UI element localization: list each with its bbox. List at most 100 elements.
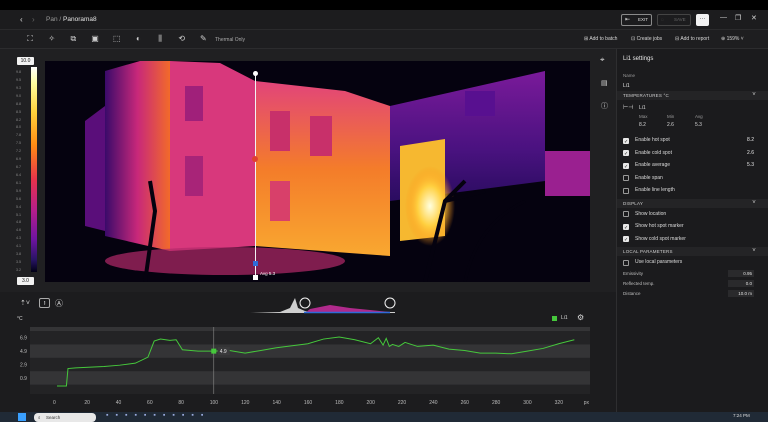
option-row[interactable]: Show cold spot marker	[617, 233, 768, 247]
back-icon[interactable]: ‹	[20, 15, 23, 24]
option-value: 8.2	[747, 137, 754, 143]
display-section-header[interactable]: DISPLAY ˅	[617, 198, 768, 208]
panel-title: Li1 settings	[623, 56, 654, 62]
option-value: 2.6	[747, 149, 754, 156]
zoom-control[interactable]: ⊕ 159% ˅	[721, 36, 744, 42]
local-parameters: Emissivity 0.95 Reflected temp. 0.0 Distance…	[617, 269, 768, 299]
close-icon[interactable]: ✕	[751, 14, 757, 22]
add-to-report-button[interactable]: ⊟ Add to report	[675, 36, 709, 42]
add-to-batch-button[interactable]: ⊞ Add to batch	[584, 36, 617, 42]
option-label: Show location	[635, 210, 667, 217]
chart-settings-icon[interactable]: ⚙	[577, 313, 584, 322]
option-row[interactable]: Show hot spot marker	[617, 220, 768, 234]
windows-start-icon[interactable]	[18, 413, 26, 421]
parameter-input[interactable]: 0.0	[728, 280, 754, 287]
chevron-down-icon: ˅	[739, 36, 744, 42]
view-mode-label[interactable]: Thermal Only	[215, 37, 245, 43]
series-point	[511, 354, 512, 355]
thermal-image[interactable]: Avg 5.3	[45, 61, 590, 282]
palette-icon[interactable]: ◐	[128, 33, 148, 45]
scale-min-value[interactable]: 3.0	[17, 277, 34, 285]
scale-tick-label: 4.1	[16, 244, 21, 249]
series-point	[88, 367, 89, 368]
checkbox[interactable]	[623, 187, 629, 194]
histogram[interactable]	[250, 292, 400, 314]
info-icon[interactable]: ⓘ	[601, 101, 608, 111]
option-row[interactable]: Show location	[617, 208, 768, 221]
crop-tool-icon[interactable]: ⬚	[107, 33, 127, 45]
image-info-icon[interactable]: ▤	[601, 79, 608, 87]
legend-swatch	[552, 316, 557, 321]
parameter-input[interactable]: 0.95	[728, 270, 754, 277]
annotation-icon[interactable]: ✎	[193, 33, 213, 45]
checkbox[interactable]	[623, 234, 629, 247]
line-end-handle[interactable]	[253, 275, 258, 280]
series-point	[119, 365, 120, 366]
series-point	[160, 339, 161, 340]
line-start-handle[interactable]	[253, 71, 258, 76]
minimize-icon[interactable]: —	[720, 14, 727, 21]
cursor-marker[interactable]	[211, 348, 217, 354]
option-row[interactable]: Enable line length	[617, 184, 768, 197]
x-tick-label: 60	[147, 400, 153, 406]
option-row[interactable]: Enable cold spot 2.6	[617, 147, 768, 161]
profile-mode-icon[interactable]: ⇡˅	[20, 299, 30, 307]
crosshair-icon[interactable]: ⌖	[600, 55, 605, 65]
y-tick-label: 0.9	[20, 376, 27, 382]
rotate-icon[interactable]: ⟲	[172, 33, 192, 45]
taskbar-search[interactable]: ⌕ Search	[34, 413, 96, 422]
forward-icon[interactable]: ›	[32, 15, 35, 24]
exit-button[interactable]: ⇤ EXIT	[621, 14, 652, 26]
scale-ticks: 9.8 9.5 9.3 9.0 8.8 8.5 8.2 8.0 7.8 7.5 7.2 6.9 6.7 6…	[16, 67, 30, 272]
series-point	[68, 368, 69, 369]
checkbox[interactable]	[623, 148, 629, 161]
scale-max-value[interactable]: 10.0	[17, 57, 34, 65]
histogram-max-handle[interactable]	[384, 297, 396, 309]
maximize-icon[interactable]: ❐	[735, 14, 741, 22]
series-point	[170, 340, 171, 341]
option-row[interactable]: Enable hot spot 8.2	[617, 134, 768, 148]
name-input[interactable]: Li1	[617, 81, 768, 91]
name-label: Name	[623, 73, 636, 78]
checkbox[interactable]	[623, 136, 629, 148]
level-span-icon[interactable]: ⫼	[150, 33, 170, 45]
layers-tool-icon[interactable]: ⧉	[63, 33, 83, 45]
histogram-min-handle[interactable]	[299, 297, 311, 309]
scale-tick-label: 8.0	[16, 125, 21, 130]
checkbox[interactable]	[623, 211, 629, 217]
option-row[interactable]: Enable span	[617, 172, 768, 185]
scale-tick-label: 9.0	[16, 93, 21, 98]
cursor-value-label: 4.9	[220, 349, 227, 355]
use-local-parameters-checkbox[interactable]: Use local parameters	[617, 256, 768, 269]
checkbox[interactable]	[623, 222, 629, 234]
checkbox[interactable]	[623, 259, 629, 266]
profile-chart[interactable]: 0.9 2.9 4.9 6.9 0 20 40 60 80 100 120 140 160 180 200 2…	[0, 324, 616, 412]
series-point	[543, 348, 544, 349]
series-point	[154, 341, 155, 342]
option-row[interactable]: Enable average 5.3	[617, 159, 768, 173]
measure-tool-icon[interactable]: ⛶	[20, 33, 40, 45]
x-tick-label: 260	[461, 400, 470, 406]
temperatures-section-header[interactable]: TEMPERATURES °C ˅	[617, 91, 768, 100]
create-jobs-button[interactable]: ⊡ Create jobs	[631, 36, 662, 42]
line-profile-icon[interactable]: ⫾	[39, 298, 50, 308]
scale-tick-label: 3.5	[16, 260, 21, 265]
auto-adjust-icon[interactable]: Ⓐ	[55, 298, 63, 309]
breadcrumb-parent[interactable]: Pan	[46, 16, 58, 23]
scale-tick-label: 7.8	[16, 133, 21, 138]
spot-tool-icon[interactable]: ✧	[42, 33, 62, 45]
more-button[interactable]: ···	[696, 14, 709, 26]
checkbox[interactable]	[623, 175, 629, 181]
measurement-line-li1[interactable]	[255, 73, 256, 278]
parameter-input[interactable]: 10.0 m	[728, 290, 754, 297]
option-value: 5.3	[747, 162, 754, 168]
series-point	[433, 345, 434, 346]
taskbar-app-icons[interactable]: ▪▪▪▪▪▪▪▪▪▪▪	[106, 412, 210, 419]
checkbox[interactable]	[623, 161, 629, 173]
series-point	[449, 349, 450, 350]
save-button[interactable]: ◌ SAVE	[657, 14, 691, 26]
image-adjust-icon[interactable]: ▣	[85, 33, 105, 45]
color-scale-bar[interactable]	[31, 67, 37, 272]
series-point	[574, 339, 575, 340]
local-parameters-section-header[interactable]: LOCAL PARAMETERS ˅	[617, 247, 768, 256]
